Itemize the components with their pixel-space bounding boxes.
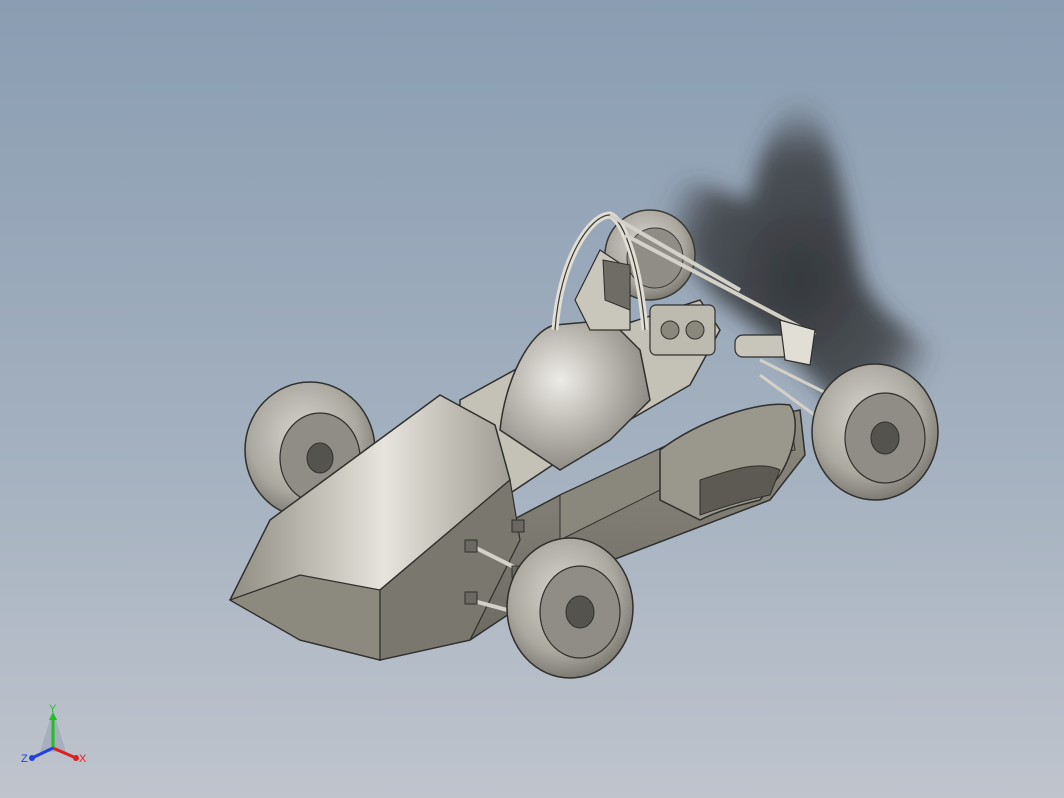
z-axis-label: Z bbox=[21, 753, 28, 765]
x-axis-label: X bbox=[79, 753, 87, 765]
front-right-wheel[interactable] bbox=[506, 537, 634, 679]
car-model-scene[interactable] bbox=[0, 0, 1064, 798]
side-pod[interactable] bbox=[659, 403, 796, 521]
coordinate-triad: Y X Z bbox=[21, 703, 87, 765]
y-axis-label: Y bbox=[49, 703, 57, 715]
cad-viewport[interactable]: Y X Z bbox=[0, 0, 1064, 798]
driver-seat[interactable] bbox=[499, 249, 651, 471]
rear-right-wheel[interactable] bbox=[811, 363, 939, 501]
